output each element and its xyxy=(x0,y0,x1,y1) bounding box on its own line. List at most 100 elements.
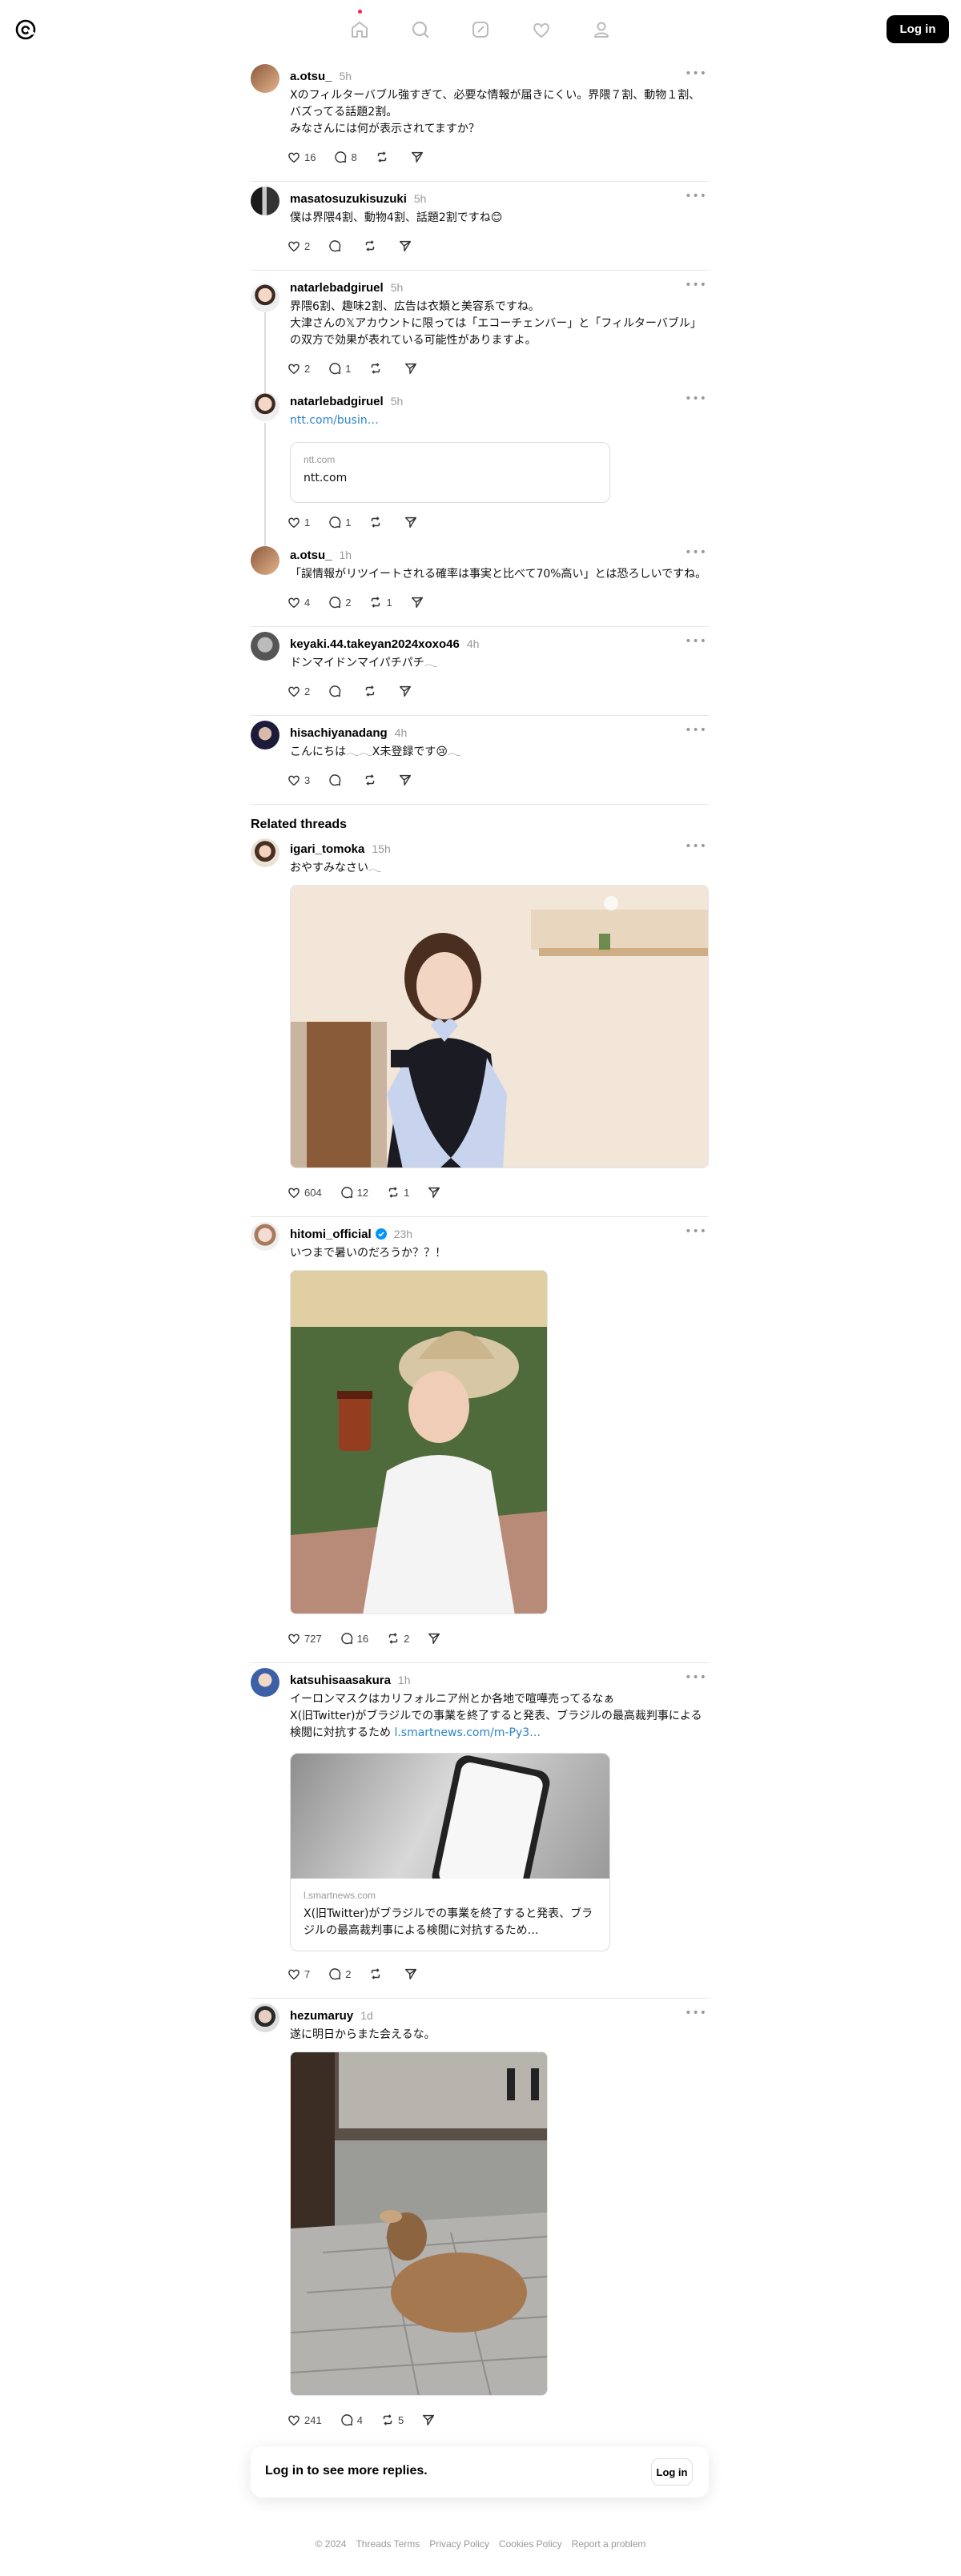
avatar[interactable] xyxy=(251,64,279,93)
like-button[interactable]: 604 xyxy=(287,1185,322,1200)
like-button[interactable]: 4 xyxy=(287,595,310,609)
username[interactable]: igari_tomoka xyxy=(290,842,364,856)
share-button[interactable] xyxy=(398,684,416,698)
share-button[interactable] xyxy=(404,515,421,529)
timestamp[interactable]: 1h xyxy=(398,1674,411,1686)
footer-link-terms[interactable]: Threads Terms xyxy=(356,2538,420,2550)
more-options-icon[interactable]: ••• xyxy=(685,546,707,559)
more-options-icon[interactable]: ••• xyxy=(685,392,707,405)
profile-icon[interactable] xyxy=(588,16,615,43)
repost-button[interactable] xyxy=(375,150,392,164)
reply-button[interactable] xyxy=(328,239,345,253)
post-photo[interactable] xyxy=(290,885,709,1168)
more-options-icon[interactable]: ••• xyxy=(685,67,707,80)
username[interactable]: katsuhisaasakura xyxy=(290,1674,391,1687)
login-button[interactable]: Log in xyxy=(887,15,949,43)
more-options-icon[interactable]: ••• xyxy=(685,1671,707,1684)
reply-button[interactable] xyxy=(328,684,345,698)
timestamp[interactable]: 1d xyxy=(360,2009,373,2022)
repost-button[interactable]: 1 xyxy=(368,595,392,609)
repost-button[interactable] xyxy=(363,684,380,698)
footer-link-report[interactable]: Report a problem xyxy=(572,2538,646,2550)
avatar[interactable] xyxy=(251,1222,279,1251)
username[interactable]: natarlebadgiruel xyxy=(290,281,384,295)
post-photo[interactable] xyxy=(290,2052,548,2396)
avatar[interactable] xyxy=(251,283,279,312)
username[interactable]: a.otsu_ xyxy=(290,70,332,83)
like-button[interactable]: 1 xyxy=(287,515,310,529)
username[interactable]: keyaki.44.takeyan2024xoxo46 xyxy=(290,637,460,651)
timestamp[interactable]: 23h xyxy=(394,1228,412,1240)
more-options-icon[interactable]: ••• xyxy=(685,1225,707,1238)
share-button[interactable] xyxy=(421,2413,439,2427)
compose-icon[interactable] xyxy=(467,16,494,43)
avatar[interactable] xyxy=(251,187,279,215)
like-button[interactable]: 16 xyxy=(287,150,316,164)
post-photo[interactable] xyxy=(290,1270,548,1614)
username[interactable]: hisachiyanadang xyxy=(290,726,388,740)
timestamp[interactable]: 5h xyxy=(340,70,352,82)
avatar[interactable] xyxy=(251,392,279,421)
post-link[interactable]: ntt.com/busin… xyxy=(290,414,379,427)
like-button[interactable]: 2 xyxy=(287,239,310,253)
more-options-icon[interactable]: ••• xyxy=(685,190,707,203)
username[interactable]: a.otsu_ xyxy=(290,549,332,562)
repost-button[interactable] xyxy=(368,515,386,529)
timestamp[interactable]: 5h xyxy=(414,192,427,205)
share-button[interactable] xyxy=(410,595,428,609)
username[interactable]: natarlebadgiruel xyxy=(290,395,384,408)
like-button[interactable]: 3 xyxy=(287,773,310,787)
repost-button[interactable] xyxy=(363,239,380,253)
share-button[interactable] xyxy=(410,150,428,164)
like-button[interactable]: 7 xyxy=(287,1967,310,1981)
like-button[interactable]: 2 xyxy=(287,361,310,376)
home-icon[interactable] xyxy=(346,10,373,43)
reply-button[interactable]: 8 xyxy=(333,150,357,164)
heart-icon[interactable] xyxy=(528,16,555,43)
link-preview-card[interactable]: ntt.com ntt.com xyxy=(290,442,610,503)
avatar[interactable] xyxy=(251,838,279,867)
timestamp[interactable]: 1h xyxy=(340,549,352,561)
share-button[interactable] xyxy=(427,1185,444,1200)
avatar[interactable] xyxy=(251,546,279,575)
reply-button[interactable]: 1 xyxy=(328,515,351,529)
repost-button[interactable] xyxy=(363,773,380,787)
link-preview-card[interactable]: l.smartnews.com X(旧Twitter)がブラジルでの事業を終了す… xyxy=(290,1753,610,1951)
timestamp[interactable]: 5h xyxy=(391,395,404,408)
avatar[interactable] xyxy=(251,2003,279,2032)
timestamp[interactable]: 4h xyxy=(467,637,480,650)
reply-button[interactable]: 2 xyxy=(328,595,351,609)
avatar[interactable] xyxy=(251,1668,279,1697)
share-button[interactable] xyxy=(427,1631,444,1646)
share-button[interactable] xyxy=(398,773,416,787)
search-icon[interactable] xyxy=(407,16,434,43)
avatar[interactable] xyxy=(251,721,279,749)
share-button[interactable] xyxy=(404,1967,421,1981)
repost-button[interactable] xyxy=(368,1967,386,1981)
timestamp[interactable]: 4h xyxy=(395,726,408,739)
username[interactable]: masatosuzukisuzuki xyxy=(290,192,407,206)
share-button[interactable] xyxy=(398,239,416,253)
footer-link-cookies[interactable]: Cookies Policy xyxy=(499,2538,562,2550)
reply-button[interactable] xyxy=(328,773,345,787)
more-options-icon[interactable]: ••• xyxy=(685,840,707,853)
more-options-icon[interactable]: ••• xyxy=(685,279,707,291)
threads-logo-icon[interactable] xyxy=(14,18,38,42)
timestamp[interactable]: 15h xyxy=(372,842,390,855)
reply-button[interactable]: 2 xyxy=(328,1967,351,1981)
avatar[interactable] xyxy=(251,632,279,661)
reply-button[interactable]: 4 xyxy=(340,2413,363,2427)
reply-button[interactable]: 12 xyxy=(340,1185,368,1200)
share-button[interactable] xyxy=(404,361,421,376)
repost-button[interactable]: 5 xyxy=(380,2413,404,2427)
repost-button[interactable] xyxy=(368,361,386,376)
reply-button[interactable]: 16 xyxy=(340,1631,368,1646)
login-prompt-button[interactable]: Log in xyxy=(651,2458,693,2486)
reply-button[interactable]: 1 xyxy=(328,361,351,376)
repost-button[interactable]: 1 xyxy=(386,1185,409,1200)
like-button[interactable]: 727 xyxy=(287,1631,322,1646)
timestamp[interactable]: 5h xyxy=(391,281,404,294)
footer-link-privacy[interactable]: Privacy Policy xyxy=(429,2538,489,2550)
username[interactable]: hezumaruy xyxy=(290,2009,353,2023)
like-button[interactable]: 241 xyxy=(287,2413,322,2427)
